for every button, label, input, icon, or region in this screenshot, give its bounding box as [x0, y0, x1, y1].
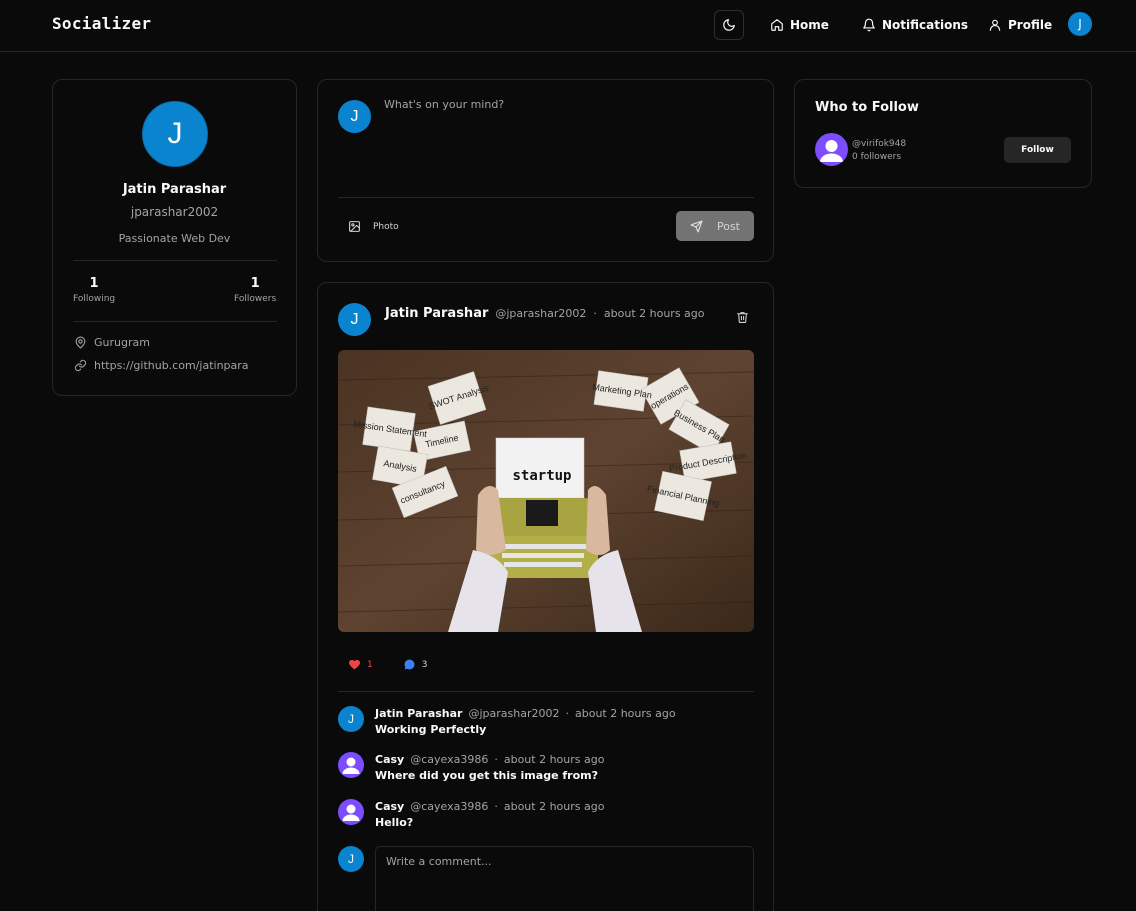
- comment-time: about 2 hours ago: [574, 707, 676, 720]
- comment-meta: Jatin Parashar @jparashar2002 · about 2 …: [375, 707, 676, 720]
- comment-time: about 2 hours ago: [503, 800, 605, 813]
- comment-author[interactable]: Casy: [375, 800, 404, 813]
- profile-name[interactable]: Jatin Parashar: [53, 182, 296, 197]
- paper-text: startup: [512, 468, 571, 484]
- default-user-icon: [342, 804, 360, 821]
- add-photo-button[interactable]: Photo: [348, 220, 399, 233]
- divider: [338, 197, 754, 198]
- comment-button[interactable]: 3: [403, 658, 428, 671]
- nav-profile-link[interactable]: Profile: [988, 15, 1052, 35]
- nav-home-link[interactable]: Home: [770, 15, 829, 35]
- post-author-handle: @jparashar2002: [495, 307, 587, 320]
- comment-avatar[interactable]: [338, 799, 364, 825]
- map-pin-icon: [75, 336, 86, 349]
- compose-input[interactable]: [384, 98, 754, 188]
- suggested-user-handle[interactable]: @virifok948: [852, 138, 906, 151]
- message-circle-icon: [404, 659, 415, 670]
- bell-icon: [863, 18, 875, 32]
- image-icon: [349, 221, 360, 232]
- comment-text: Working Perfectly: [375, 723, 487, 736]
- photo-label: Photo: [373, 221, 399, 232]
- followers-count: 1: [250, 276, 260, 291]
- comment-time: about 2 hours ago: [503, 753, 605, 766]
- comment-avatar[interactable]: [338, 752, 364, 778]
- default-user-icon: [820, 140, 843, 162]
- theme-toggle-button[interactable]: [714, 10, 744, 40]
- following-label: Following: [73, 294, 116, 304]
- follow-button[interactable]: Follow: [1004, 137, 1071, 163]
- comment-author[interactable]: Jatin Parashar: [375, 707, 462, 720]
- like-count: 1: [367, 659, 373, 670]
- suggested-user-avatar[interactable]: [815, 133, 848, 166]
- website-link[interactable]: https://github.com/jatinpara: [94, 359, 249, 372]
- startup-desk-illustration: SWOT Analysis Mission Statement Timeline…: [338, 350, 754, 632]
- post-author-name[interactable]: Jatin Parashar: [385, 306, 488, 321]
- comment-author[interactable]: Casy: [375, 753, 404, 766]
- divider: [338, 691, 754, 692]
- profile-handle: jparashar2002: [130, 205, 219, 219]
- like-button[interactable]: 1: [348, 658, 373, 671]
- post-label: Post: [716, 219, 740, 233]
- comment-meta-separator: ·: [494, 800, 498, 813]
- reply-avatar: J: [338, 846, 364, 872]
- post-button[interactable]: Post: [676, 211, 754, 241]
- link-icon: [74, 359, 87, 372]
- moon-icon: [723, 19, 735, 31]
- comment-meta: Casy @cayexa3986 · about 2 hours ago: [375, 800, 604, 813]
- suggested-user-followers: 0 followers: [852, 152, 902, 162]
- nav-home-label: Home: [790, 18, 829, 32]
- compose-avatar: J: [338, 100, 371, 133]
- who-to-follow-title: Who to Follow: [815, 100, 919, 115]
- profile-card: J Jatin Parashar jparashar2002 Passionat…: [52, 79, 297, 396]
- profile-avatar[interactable]: J: [142, 101, 208, 167]
- comment-text: Where did you get this image from?: [375, 769, 598, 782]
- user-icon: [989, 19, 1001, 31]
- post-header: Jatin Parashar @jparashar2002 · about 2 …: [385, 306, 705, 321]
- nav-user-avatar[interactable]: J: [1068, 12, 1092, 36]
- followers-label: Followers: [234, 294, 277, 304]
- comment-avatar[interactable]: J: [338, 706, 364, 732]
- comment-handle: @jparashar2002: [468, 707, 560, 720]
- following-count: 1: [89, 276, 99, 291]
- post-image[interactable]: SWOT Analysis Mission Statement Timeline…: [338, 350, 754, 632]
- compose-card: J Photo Post: [317, 79, 774, 262]
- comment-meta-separator: ·: [494, 753, 498, 766]
- post-card: J Jatin Parashar @jparashar2002 · about …: [317, 282, 774, 911]
- default-user-icon: [342, 757, 360, 774]
- divider: [73, 260, 277, 261]
- heart-icon: [349, 659, 360, 670]
- send-icon: [690, 220, 703, 232]
- comment-meta-separator: ·: [565, 707, 569, 720]
- nav-profile-label: Profile: [1008, 18, 1053, 32]
- comment-text: Hello?: [375, 816, 414, 829]
- post-author-avatar[interactable]: J: [338, 303, 371, 336]
- brand-logo[interactable]: Socializer: [52, 14, 151, 33]
- comment-handle: @cayexa3986: [410, 800, 489, 813]
- location-text: Gurugram: [94, 336, 150, 349]
- nav-notifications-link[interactable]: Notifications: [862, 15, 968, 35]
- who-to-follow-card: Who to Follow @virifok948 0 followers Fo…: [794, 79, 1092, 188]
- profile-bio: Passionate Web Dev: [118, 232, 231, 245]
- post-timestamp: about 2 hours ago: [603, 307, 705, 320]
- home-icon: [771, 19, 783, 31]
- website-row[interactable]: https://github.com/jatinpara: [74, 359, 249, 372]
- nav-notifications-label: Notifications: [882, 18, 969, 32]
- top-navbar: Socializer Home Notifications Profile J: [0, 0, 1136, 52]
- comment-input[interactable]: [375, 846, 754, 911]
- comment-count: 3: [421, 659, 428, 670]
- comment-handle: @cayexa3986: [410, 753, 489, 766]
- followers-stat: 1 Followers: [234, 276, 276, 304]
- post-actions: 1 3: [348, 658, 427, 671]
- trash-icon[interactable]: [736, 310, 749, 324]
- following-stat: 1 Following: [73, 276, 115, 304]
- post-meta-separator: ·: [593, 307, 597, 320]
- divider: [73, 321, 277, 322]
- suggested-user-info: @virifok948 0 followers: [852, 138, 906, 164]
- comment-meta: Casy @cayexa3986 · about 2 hours ago: [375, 753, 604, 766]
- location-row: Gurugram: [74, 336, 150, 349]
